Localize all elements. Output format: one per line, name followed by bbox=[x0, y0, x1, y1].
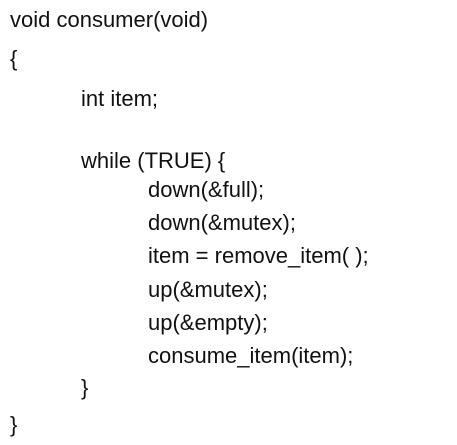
statement-up-empty: up(&empty); bbox=[148, 310, 268, 335]
statement-up-mutex: up(&mutex); bbox=[148, 277, 268, 302]
statement-down-mutex: down(&mutex); bbox=[148, 210, 296, 235]
while-loop-header: while (TRUE) { bbox=[81, 148, 226, 173]
variable-declaration: int item; bbox=[81, 86, 159, 111]
while-close-brace: } bbox=[81, 375, 89, 400]
code-listing: void consumer(void) { int item; while (T… bbox=[0, 0, 457, 445]
function-open-brace: { bbox=[10, 46, 18, 71]
function-close-brace: } bbox=[10, 412, 18, 437]
statement-remove-item: item = remove_item( ); bbox=[148, 243, 369, 268]
statement-consume-item: consume_item(item); bbox=[148, 343, 354, 368]
function-signature: void consumer(void) bbox=[10, 7, 209, 32]
statement-down-full: down(&full); bbox=[148, 177, 265, 202]
